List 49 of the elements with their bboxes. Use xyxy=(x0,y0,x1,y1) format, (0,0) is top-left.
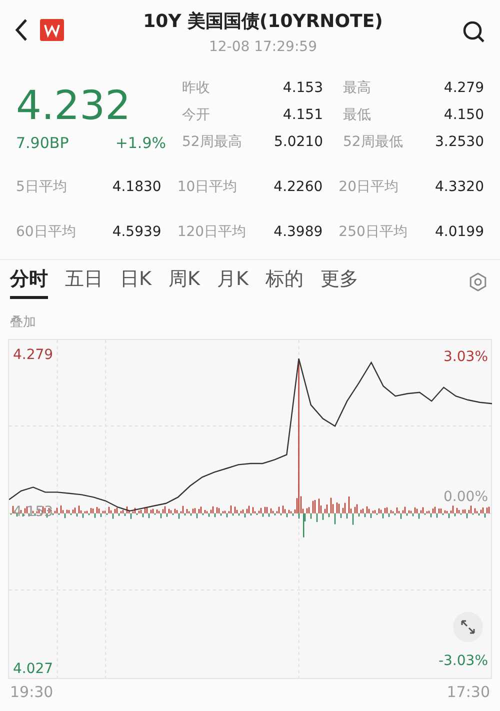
stat-value: 4.151 xyxy=(282,106,323,126)
stat-label: 52周最低 xyxy=(343,133,403,152)
stat-value: 4.153 xyxy=(282,79,323,98)
average-label: 10日平均 xyxy=(177,178,238,196)
chart-tab[interactable]: 分时 xyxy=(10,265,48,299)
chart-tab[interactable]: 日K xyxy=(120,265,152,299)
stat-label: 今开 xyxy=(182,106,210,126)
page-title: 10Y 美国国债(10YRNOTE) xyxy=(143,10,383,34)
chart-tab[interactable]: 更多 xyxy=(320,265,358,299)
average-label: 250日平均 xyxy=(338,222,408,242)
time-axis-label: 17:30 xyxy=(446,682,490,702)
average-value: 4.5939 xyxy=(112,222,162,242)
stat-label: 最高 xyxy=(343,79,371,98)
chart-tab[interactable]: 周K xyxy=(168,265,200,299)
expand-icon xyxy=(460,618,476,634)
stat-label: 最低 xyxy=(343,106,371,126)
average-label: 20日平均 xyxy=(338,178,398,196)
search-icon[interactable] xyxy=(462,20,486,44)
fullscreen-button[interactable] xyxy=(453,612,483,642)
average-label: 120日平均 xyxy=(177,222,246,242)
back-icon[interactable] xyxy=(14,18,28,42)
price-axis-label: 4.279 xyxy=(13,348,54,362)
percent-axis-label: -3.03% xyxy=(438,654,488,668)
stat-value: 4.279 xyxy=(444,79,484,98)
app-logo-icon xyxy=(40,19,64,41)
percent-axis-label: 3.03% xyxy=(444,350,488,364)
current-price: 4.232 xyxy=(16,86,132,126)
stat-value: 4.150 xyxy=(444,106,484,126)
time-axis-label: 19:30 xyxy=(10,682,54,702)
percent-axis-label: 0.00% xyxy=(444,490,488,504)
average-value: 4.3320 xyxy=(434,178,484,196)
change-percent: +1.9% xyxy=(115,133,166,154)
average-value: 4.1830 xyxy=(112,178,162,196)
average-value: 4.0199 xyxy=(434,222,484,242)
update-time: 12-08 17:29:59 xyxy=(208,38,317,57)
price-axis-label: 4.027 xyxy=(13,662,54,676)
chart-tab[interactable]: 标的 xyxy=(265,265,304,299)
stat-value: 5.0210 xyxy=(274,133,323,152)
settings-icon[interactable] xyxy=(468,272,488,292)
change-bp: 7.90BP xyxy=(16,133,69,154)
average-label: 60日平均 xyxy=(16,222,76,242)
stat-label: 52周最高 xyxy=(182,133,242,152)
chart-tab[interactable]: 五日 xyxy=(65,265,103,299)
average-value: 4.2260 xyxy=(274,178,323,196)
average-label: 5日平均 xyxy=(16,178,67,196)
stat-label: 昨收 xyxy=(182,79,210,98)
average-value: 4.3989 xyxy=(274,222,323,242)
stat-value: 3.2530 xyxy=(435,133,484,152)
chart-tab[interactable]: 月K xyxy=(216,265,248,299)
